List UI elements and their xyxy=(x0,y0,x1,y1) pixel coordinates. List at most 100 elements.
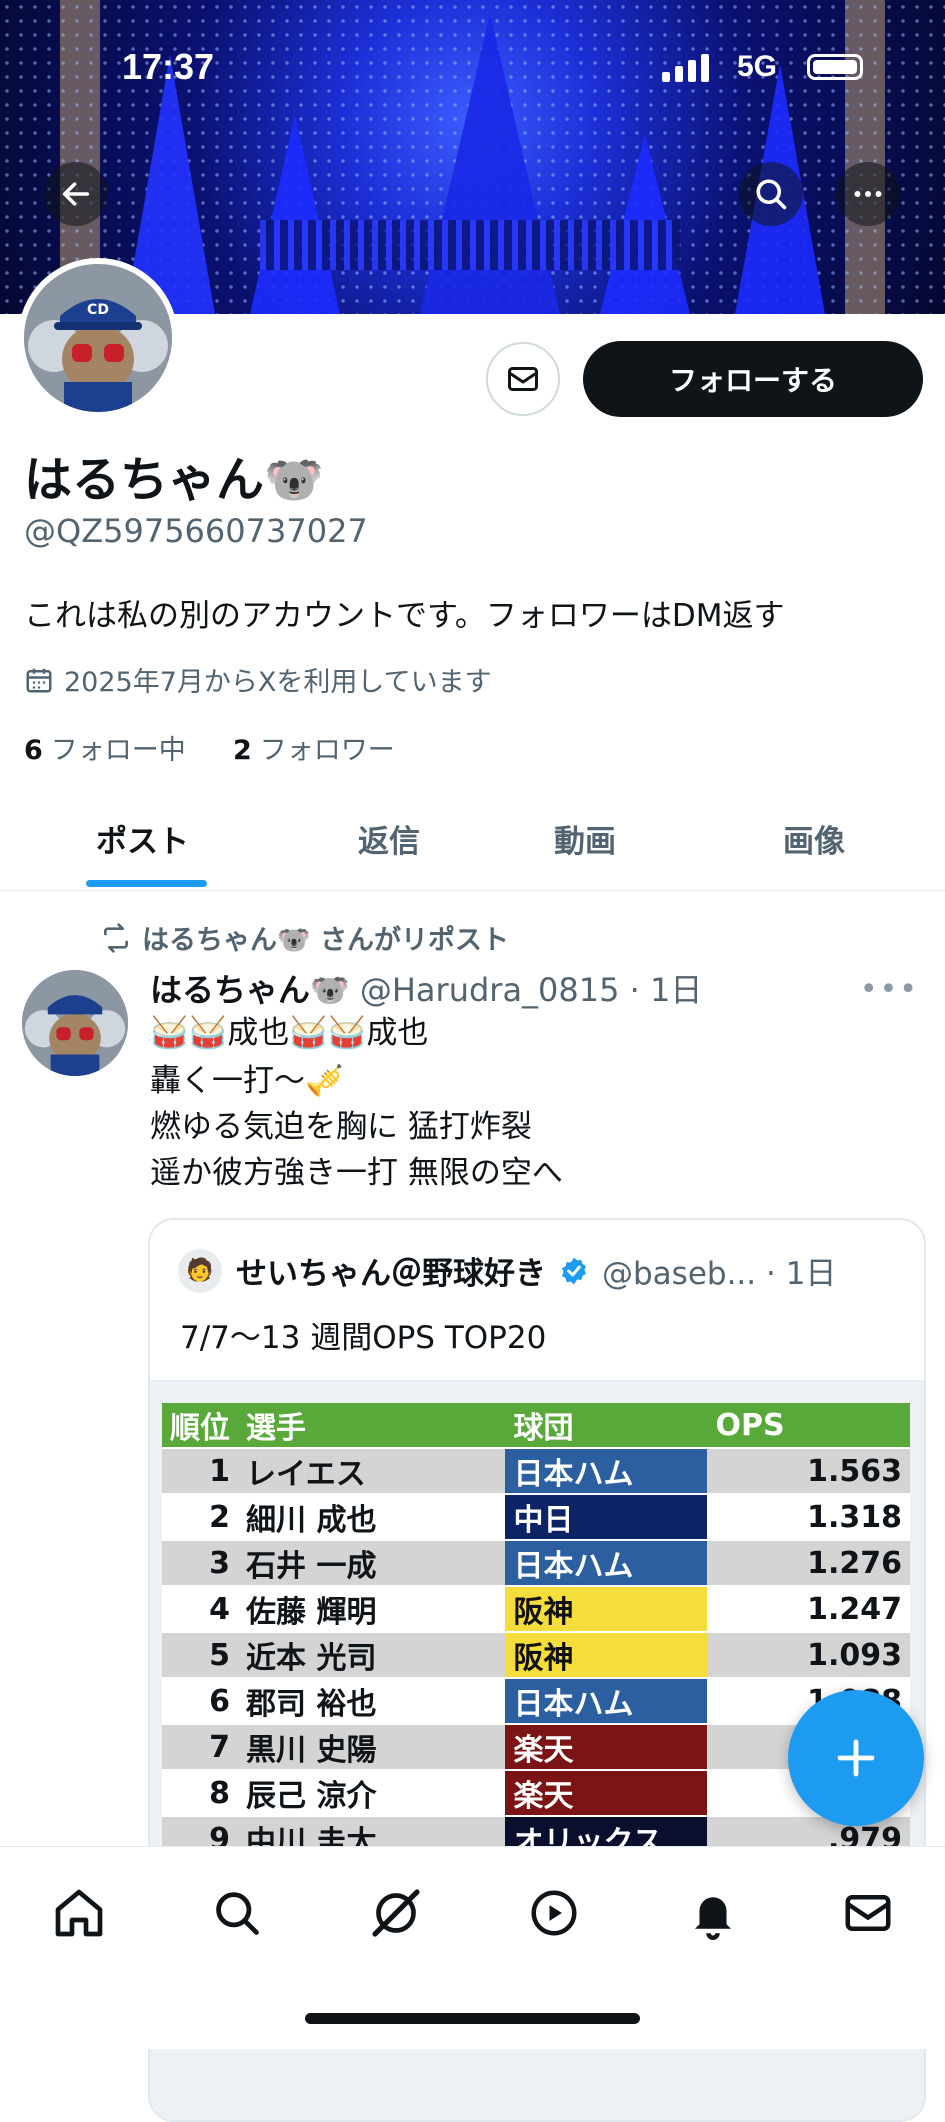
team-cell: 日本ハム xyxy=(505,1677,708,1724)
table-row: 2 細川 成也 中日 1.318 xyxy=(162,1493,910,1540)
search-icon xyxy=(756,179,787,210)
home-indicator xyxy=(305,2013,640,2024)
profile-bio: これは私の別のアカウントです。フォロワーはDM返す xyxy=(24,598,785,634)
post-author-avatar[interactable] xyxy=(22,970,128,1076)
nav-search[interactable] xyxy=(207,1883,267,1943)
compose-post-button[interactable] xyxy=(788,1690,924,1826)
rank-cell: 7 xyxy=(162,1723,238,1770)
banner-railing xyxy=(260,220,680,270)
ops-cell: 1.093 xyxy=(707,1631,910,1678)
envelope-icon xyxy=(508,367,538,391)
rank-cell: 5 xyxy=(162,1631,238,1678)
post-more-icon[interactable]: ••• xyxy=(860,972,919,1007)
search-button[interactable] xyxy=(739,162,803,226)
nav-video[interactable] xyxy=(524,1883,584,1943)
post-author-name[interactable]: はるちゃん🐨 xyxy=(150,971,350,1009)
table-header: 球団 xyxy=(505,1403,708,1448)
table-row: 3 石井 一成 日本ハム 1.276 xyxy=(162,1539,910,1586)
following-label: フォロー中 xyxy=(50,735,186,766)
player-cell: 近本 光司 xyxy=(238,1631,506,1678)
ops-cell: 1.563 xyxy=(707,1447,910,1494)
ops-cell: 1.318 xyxy=(707,1493,910,1540)
post-text-line: 🥁🥁成也🥁🥁成也 xyxy=(150,1015,429,1051)
active-tab-indicator xyxy=(86,880,207,887)
grok-icon xyxy=(372,1889,420,1937)
quoted-author-avatar[interactable]: 🧑 xyxy=(178,1248,222,1293)
nav-notifications[interactable] xyxy=(683,1883,743,1943)
joined-date: 2025年7月からXを利用しています xyxy=(24,660,492,699)
back-button[interactable] xyxy=(44,162,108,226)
table-header: 選手 xyxy=(238,1403,506,1448)
player-cell: 佐藤 輝明 xyxy=(238,1585,506,1632)
notifications-icon xyxy=(695,1897,731,1940)
tab-replies[interactable]: 返信 xyxy=(358,816,420,861)
following-link[interactable]: 6 フォロー中 xyxy=(24,735,186,766)
profile-name: はるちゃん🐨 xyxy=(24,452,324,508)
follow-button[interactable]: フォローする xyxy=(583,341,923,417)
team-cell: 日本ハム xyxy=(505,1447,708,1494)
rank-cell: 8 xyxy=(162,1769,238,1816)
more-options-button[interactable] xyxy=(836,162,900,226)
banner-tree xyxy=(250,114,340,314)
network-type: 5G xyxy=(736,50,777,83)
mascot-avatar-image: CD xyxy=(24,264,172,412)
followers-link[interactable]: 2 フォロワー xyxy=(233,735,395,766)
player-cell: 石井 一成 xyxy=(238,1539,506,1586)
table-header: OPS xyxy=(707,1403,910,1448)
back-arrow-icon xyxy=(62,182,90,206)
rank-cell: 6 xyxy=(162,1677,238,1724)
repost-label: はるちゃん🐨 さんがリポスト xyxy=(142,925,510,956)
verified-badge-icon xyxy=(562,1257,586,1284)
team-cell: 中日 xyxy=(505,1493,708,1540)
repost-icon xyxy=(104,922,128,953)
ops-cell: 1.247 xyxy=(707,1585,910,1632)
post-author-meta: @Harudra_0815 · 1日 xyxy=(359,971,703,1009)
table-row: 6郡司 裕也日本ハム1.088 xyxy=(162,1677,910,1724)
video-icon xyxy=(531,1890,577,1936)
quoted-post-text: 7/7〜13 週間OPS TOP20 xyxy=(180,1320,547,1356)
message-button[interactable] xyxy=(486,342,560,416)
tab-posts[interactable]: ポスト xyxy=(96,816,189,861)
mascot-avatar-image xyxy=(22,970,128,1076)
rank-cell: 4 xyxy=(162,1585,238,1632)
player-cell: 辰己 涼介 xyxy=(238,1769,506,1816)
player-cell: レイエス xyxy=(238,1447,506,1494)
player-cell: 細川 成也 xyxy=(238,1493,506,1540)
profile-handle: @QZ5975660737027 xyxy=(24,512,368,550)
messages-icon xyxy=(845,1895,891,1931)
search-icon xyxy=(216,1892,259,1935)
tab-images[interactable]: 画像 xyxy=(783,816,845,861)
team-cell: 阪神 xyxy=(505,1631,708,1678)
more-dots-icon xyxy=(854,191,882,197)
nav-home[interactable] xyxy=(49,1883,109,1943)
nav-grok[interactable] xyxy=(366,1883,426,1943)
team-cell: 楽天 xyxy=(505,1769,708,1816)
table-row: 5 近本 光司 阪神 1.093 xyxy=(162,1631,910,1678)
repost-indicator: はるちゃん🐨 さんがリポスト xyxy=(100,918,509,957)
signal-icon xyxy=(662,54,710,82)
rank-cell: 3 xyxy=(162,1539,238,1586)
profile-avatar[interactable]: CD xyxy=(18,258,178,418)
tab-videos[interactable]: 動画 xyxy=(554,816,616,861)
ops-table-body: 1 レイエス 日本ハム 1.563 2 細川 成也 中日 1.318 3 石井 一成 日本ハム 1.2… xyxy=(162,1447,910,1861)
calendar-icon xyxy=(26,668,52,692)
status-bar: 17:37 5G xyxy=(0,40,945,100)
quoted-author-meta: @baseb... · 1日 xyxy=(602,1256,837,1292)
table-row: 4 佐藤 輝明 阪神 1.247 xyxy=(162,1585,910,1632)
ops-cell: 1.276 xyxy=(707,1539,910,1586)
team-cell: 楽天 xyxy=(505,1723,708,1770)
post-text-line: 遥か彼方強き一打 無限の空へ xyxy=(150,1155,563,1191)
post-text-line: 燃ゆる気迫を胸に 猛打炸裂 xyxy=(150,1109,532,1145)
post-header: はるちゃん🐨 @Harudra_0815 · 1日 xyxy=(150,965,702,1011)
home-icon xyxy=(55,1889,103,1937)
rank-cell: 2 xyxy=(162,1493,238,1540)
table-header: 順位 xyxy=(162,1403,238,1448)
team-cell: 日本ハム xyxy=(505,1539,708,1586)
table-header-row: 順位 選手 球団 OPS xyxy=(162,1403,910,1448)
player-cell: 郡司 裕也 xyxy=(238,1677,506,1724)
team-cell: 阪神 xyxy=(505,1585,708,1632)
nav-messages[interactable] xyxy=(838,1883,898,1943)
player-cell: 黒川 史陽 xyxy=(238,1723,506,1770)
followers-count: 2 xyxy=(232,735,252,766)
status-time: 17:37 xyxy=(122,46,215,87)
